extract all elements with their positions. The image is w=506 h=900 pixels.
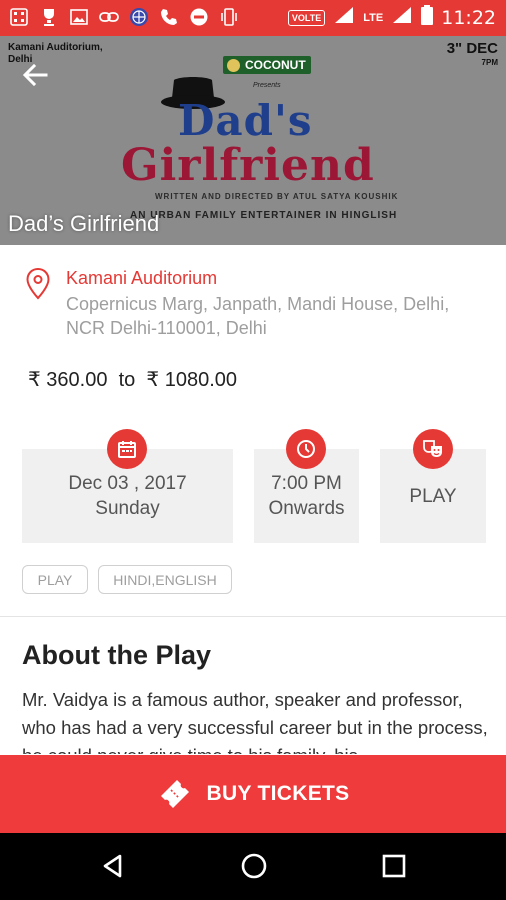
vibrate-icon xyxy=(218,6,240,28)
lte-label: LTE xyxy=(363,11,384,24)
status-bar: VOLTE LTE 11:22 xyxy=(0,0,506,36)
poster-brand-logo: COCONUT xyxy=(223,56,311,74)
ticket-icon xyxy=(160,780,189,808)
buy-tickets-label: BUY TICKETS xyxy=(206,782,350,805)
poster-title-line2: Girlfriend xyxy=(121,140,375,191)
divider xyxy=(0,616,506,617)
status-indicators: VOLTE LTE 11:22 xyxy=(287,5,496,30)
poster-tagline: AN URBAN FAMILY ENTERTAINER IN HINGLISH xyxy=(130,210,398,221)
image-icon xyxy=(68,6,90,28)
calendar-icon xyxy=(107,429,147,469)
call-icon xyxy=(158,6,180,28)
signal-icon xyxy=(333,5,355,30)
block-icon xyxy=(188,6,210,28)
clock-icon xyxy=(286,429,326,469)
volte-badge: VOLTE xyxy=(287,9,326,26)
onwards-text: Onwards xyxy=(268,498,345,519)
price-min: 360.00 xyxy=(46,369,108,391)
theater-masks-icon xyxy=(413,429,453,469)
event-banner: Kamani Auditorium, Delhi 3" DEC 7PM COCO… xyxy=(0,36,506,245)
notification-icons xyxy=(8,6,240,28)
price-range: ₹ 360.00 to ₹ 1080.00 xyxy=(28,367,237,392)
clock: 11:22 xyxy=(441,6,496,29)
date-text: Dec 03 , 2017 xyxy=(68,473,187,494)
rupee-icon: ₹ xyxy=(146,369,160,391)
poster-presents: Presents xyxy=(253,82,281,89)
tag-language[interactable]: HINDI,ENGLISH xyxy=(98,565,232,594)
time-text: 7:00 PM xyxy=(271,473,342,494)
buy-tickets-button[interactable]: BUY TICKETS xyxy=(0,755,506,833)
poster-date: 3" DEC 7PM xyxy=(446,40,498,70)
about-text: Mr. Vaidya is a famous author, speaker a… xyxy=(22,689,488,754)
day-text: Sunday xyxy=(95,498,160,519)
event-title: Dad’s Girlfriend xyxy=(8,211,160,236)
tag-play[interactable]: PLAY xyxy=(22,565,88,594)
venue-name: Kamani Auditorium xyxy=(66,268,218,288)
price-to: to xyxy=(118,369,136,391)
venue-address: Copernicus Marg, Janpath, Mandi House, D… xyxy=(66,294,450,338)
signal-2-icon xyxy=(391,5,413,30)
nav-back-icon[interactable] xyxy=(98,851,128,881)
grid-icon xyxy=(8,6,30,28)
poster-title-line1: Dad's xyxy=(178,96,313,145)
nav-home-icon[interactable] xyxy=(239,851,269,881)
location-pin-icon xyxy=(26,268,50,300)
trophy-icon xyxy=(38,6,60,28)
battery-icon xyxy=(421,5,434,30)
poster-date-text: 3" DEC xyxy=(446,40,498,57)
nav-recents-icon[interactable] xyxy=(379,851,409,881)
navigation-bar xyxy=(0,833,506,900)
genre-text: PLAY xyxy=(409,485,457,507)
rupee-icon: ₹ xyxy=(28,369,41,391)
globe-icon xyxy=(128,6,150,28)
poster-time: 7PM xyxy=(481,58,498,67)
price-max: 1080.00 xyxy=(164,369,237,391)
poster-credit: WRITTEN AND DIRECTED BY ATUL SATYA KOUSH… xyxy=(155,192,399,201)
link-icon xyxy=(98,6,120,28)
back-arrow-icon[interactable] xyxy=(20,60,50,90)
about-title: About the Play xyxy=(22,640,212,670)
